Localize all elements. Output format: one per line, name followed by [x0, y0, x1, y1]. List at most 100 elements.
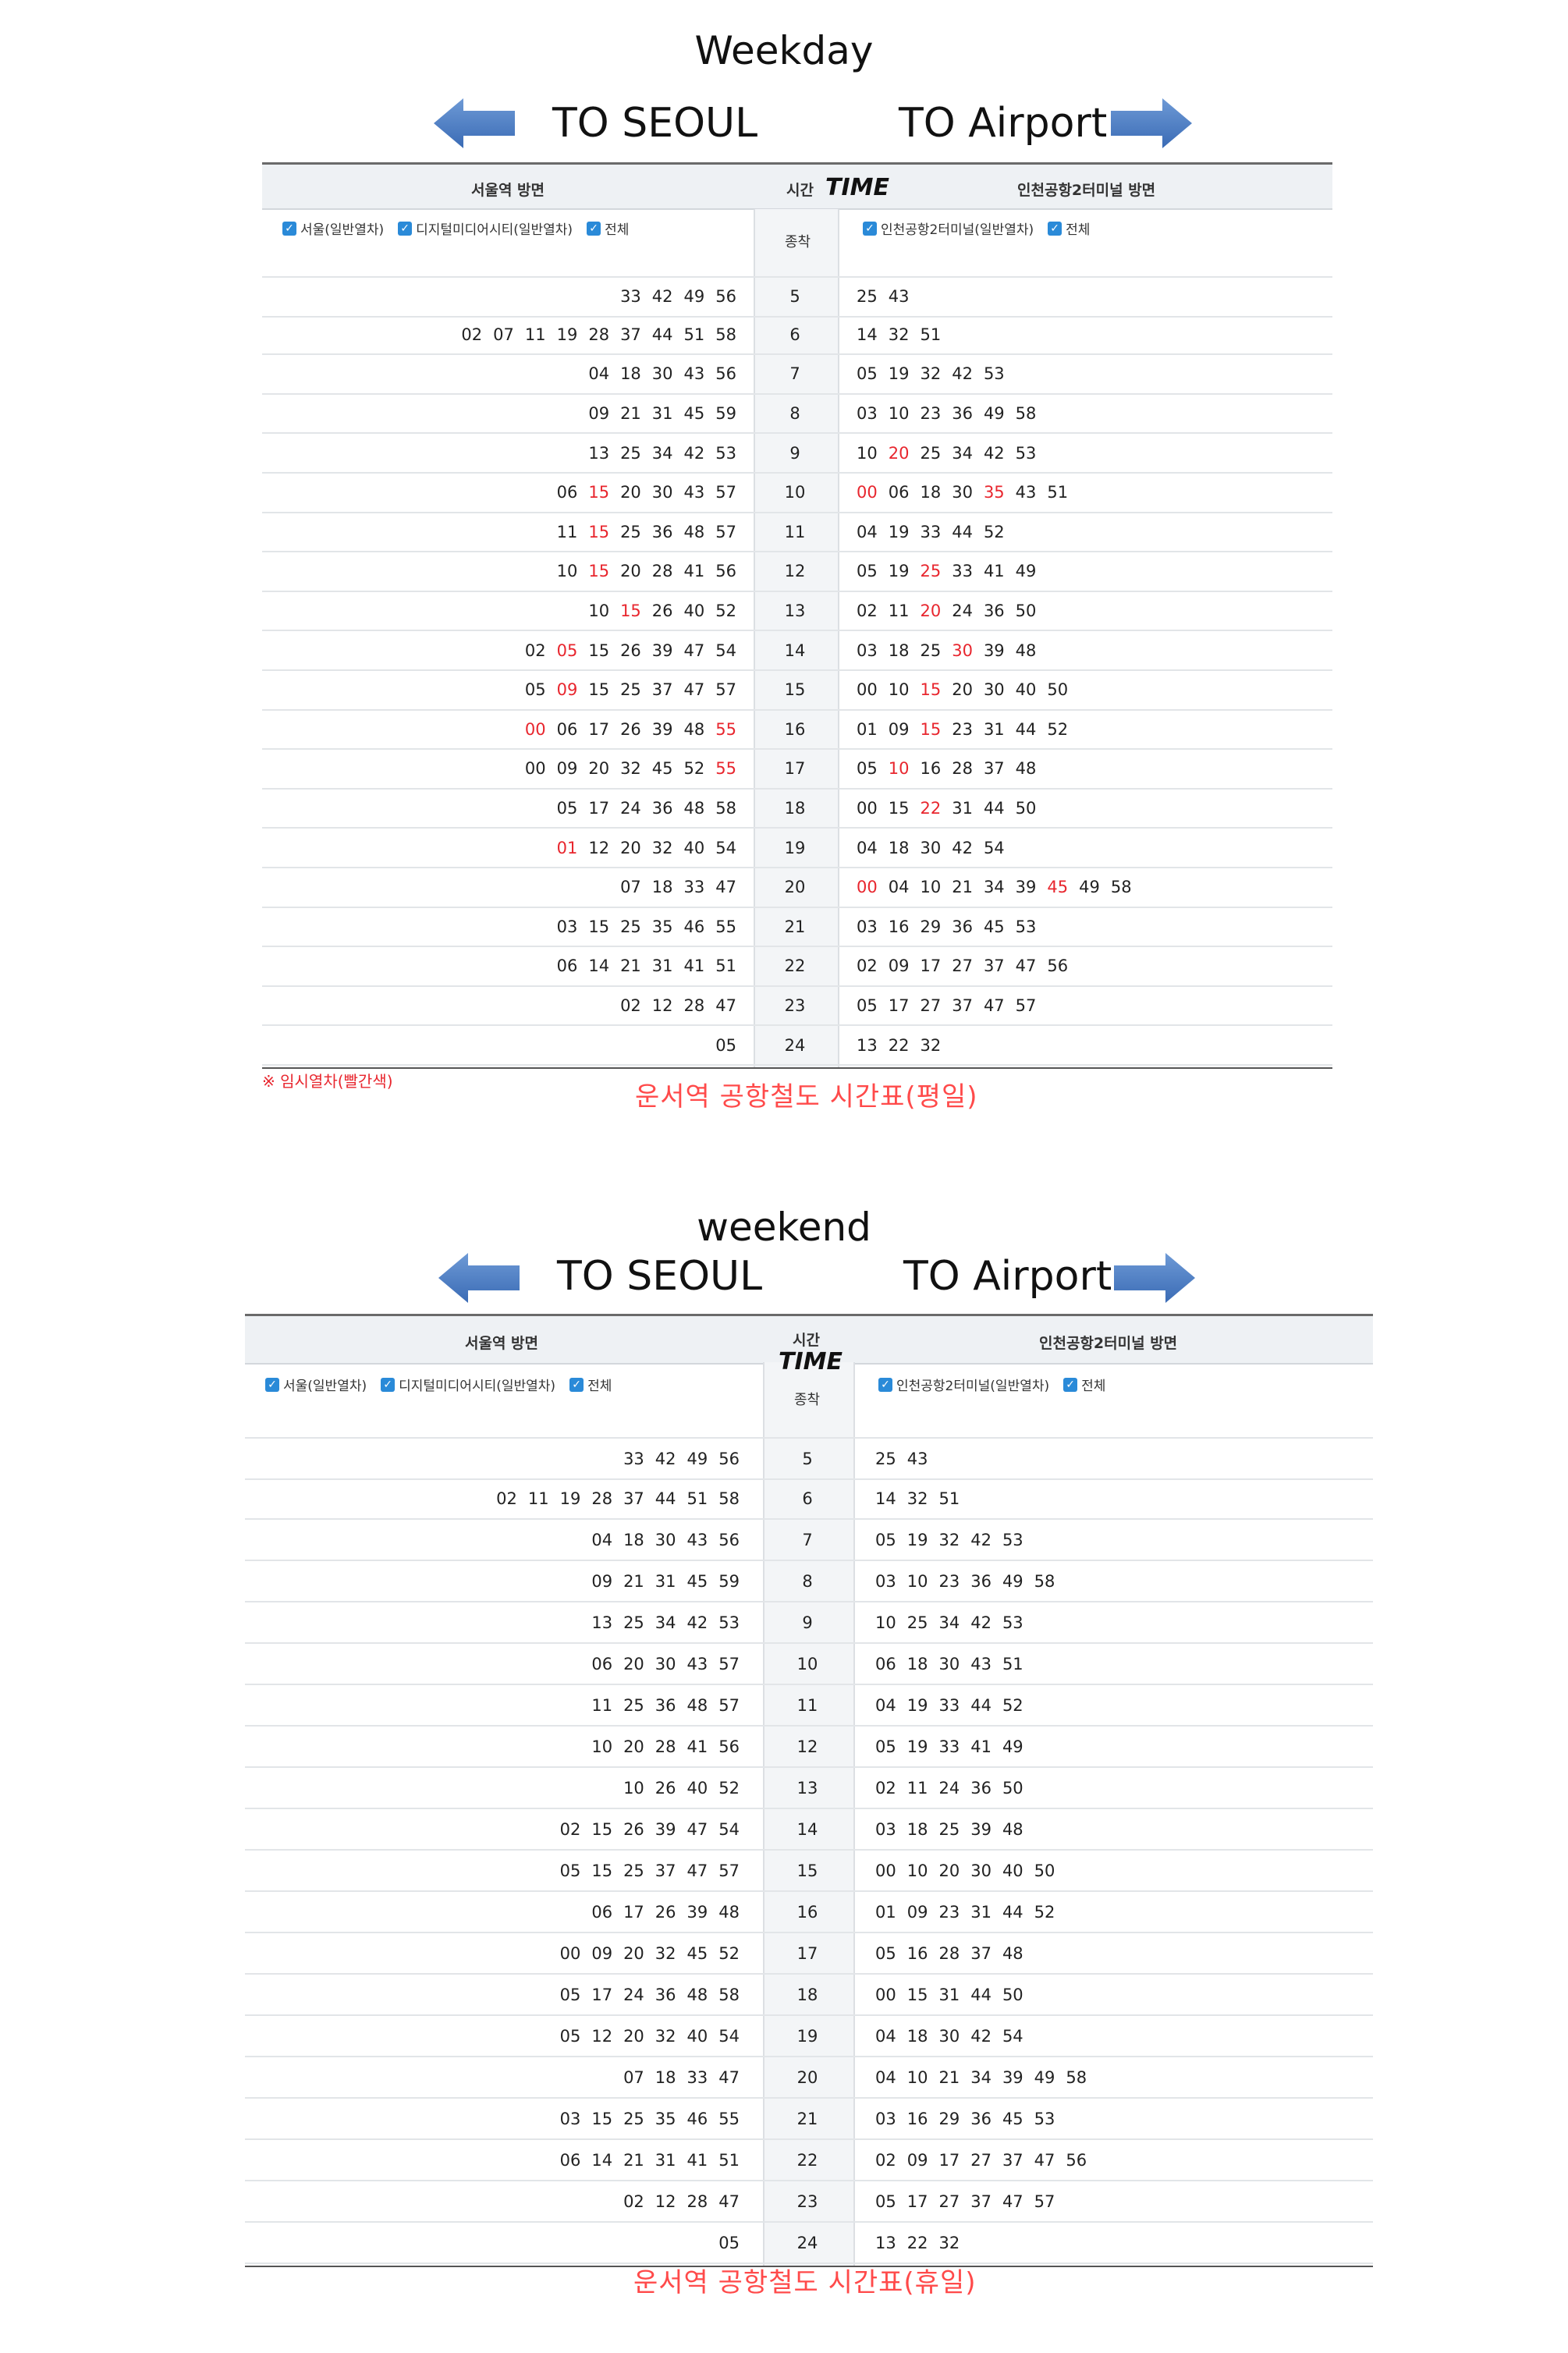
departure-minute: 32 [920, 1035, 942, 1055]
departure-minute: 23 [952, 719, 973, 739]
departure-minute: 21 [623, 1571, 644, 1591]
filter-all-checkbox[interactable]: ✓ 전체 [1063, 1375, 1105, 1394]
departure-minute: 47 [683, 641, 705, 660]
departure-minute: 06 [591, 1902, 613, 1922]
table-row: 13 25 34 42 53 9 10 20 25 34 42 53 [262, 434, 1332, 474]
hour-cell: 24 [796, 2233, 818, 2252]
table-row: 05 15 25 37 47 57 15 00 10 20 30 40 50 [245, 1851, 1373, 1892]
departure-minute: 58 [718, 1985, 740, 2004]
checkbox-checked-icon: ✓ [878, 1377, 892, 1392]
filter-all-checkbox[interactable]: ✓ 전체 [569, 1375, 612, 1394]
departure-minute: 33 [623, 1449, 644, 1468]
departure-minute: 51 [1002, 1654, 1023, 1673]
airport-departures: 00 15 22 31 44 50 [857, 790, 1332, 828]
departure-minute: 20 [620, 838, 641, 857]
airport-departures: 04 19 33 44 52 [875, 1685, 1373, 1725]
departure-minute: 21 [938, 2067, 960, 2087]
table-row: 03 15 25 35 46 55 21 03 16 29 36 45 53 [245, 2099, 1373, 2140]
departure-minute: 10 [888, 404, 910, 424]
departure-minute: 51 [715, 956, 736, 976]
departure-minute: 19 [888, 562, 910, 581]
departure-minute: 30 [952, 641, 973, 660]
departure-minute: 32 [620, 759, 641, 779]
table-row: 05 17 24 36 48 58 18 00 15 22 31 44 50 [262, 790, 1332, 829]
airport-departures: 03 18 25 30 39 48 [857, 631, 1332, 669]
hour-cell: 19 [784, 838, 806, 857]
hour-cell: 18 [796, 1985, 818, 2004]
departure-minute: 47 [1034, 2150, 1055, 2170]
departure-minute: 17 [623, 1902, 644, 1922]
departure-minute: 54 [715, 838, 736, 857]
departure-minute: 26 [620, 719, 641, 739]
seoul-departures: 06 20 30 43 57 [245, 1644, 740, 1684]
seoul-departures: 10 20 28 41 56 [245, 1727, 740, 1766]
departure-minute: 56 [1047, 956, 1069, 976]
seoul-departures: 02 11 19 28 37 44 51 58 [245, 1478, 740, 1518]
departure-minute: 37 [952, 996, 973, 1016]
departure-minute: 54 [718, 2026, 740, 2046]
departure-minute: 26 [651, 602, 673, 621]
departure-minute: 24 [623, 1985, 644, 2004]
departure-minute: 30 [938, 2026, 960, 2046]
seoul-departures: 09 21 31 45 59 [262, 395, 736, 433]
departure-minute: 06 [556, 956, 578, 976]
departure-minute: 06 [556, 719, 578, 739]
airport-departures: 03 16 29 36 45 53 [875, 2099, 1373, 2138]
departure-minute: 43 [888, 287, 910, 307]
seoul-departures: 03 15 25 35 46 55 [262, 908, 736, 946]
departure-minute: 20 [620, 483, 641, 502]
table-row: 02 05 15 26 39 47 54 14 03 18 25 30 39 48 [262, 631, 1332, 671]
departure-minute: 56 [718, 1449, 740, 1468]
departure-minute: 41 [983, 562, 1005, 581]
departure-minute: 12 [588, 838, 610, 857]
departure-minute: 39 [970, 1819, 992, 1839]
seoul-departures: 04 18 30 43 56 [262, 355, 736, 393]
departure-minute: 50 [1047, 680, 1069, 700]
departure-minute: 45 [683, 404, 705, 424]
filter-t2-checkbox[interactable]: ✓ 인천공항2터미널(일반열차) [878, 1375, 1049, 1394]
filter-seoul-checkbox[interactable]: ✓ 서울(일반열차) [265, 1375, 367, 1394]
departure-minute: 44 [952, 522, 973, 541]
departure-minute: 09 [906, 2150, 928, 2170]
departure-minute: 58 [1110, 878, 1132, 897]
departure-minute: 43 [906, 1449, 928, 1468]
departure-minute: 55 [715, 719, 736, 739]
table-row: 05 12 20 32 40 54 19 04 18 30 42 54 [245, 2016, 1373, 2057]
table-row: 02 11 19 28 37 44 51 58 6 14 32 51 [245, 1478, 1373, 1520]
departure-minute: 20 [588, 759, 610, 779]
seoul-departures: 00 09 20 32 45 52 55 [262, 750, 736, 788]
departure-minute: 39 [651, 719, 673, 739]
departure-minute: 52 [1002, 1695, 1023, 1715]
departure-minute: 53 [983, 364, 1005, 384]
departure-minute: 43 [683, 364, 705, 384]
checkbox-checked-icon: ✓ [265, 1377, 279, 1392]
departure-minute: 34 [983, 878, 1005, 897]
departure-minute: 03 [559, 2109, 581, 2128]
departure-minute: 09 [591, 1943, 613, 1963]
departure-minute: 18 [906, 1654, 928, 1673]
departure-minute: 49 [686, 1449, 708, 1468]
departure-minute: 12 [651, 996, 673, 1016]
table-row: 01 12 20 32 40 54 19 04 18 30 42 54 [262, 829, 1332, 868]
departure-minute: 19 [906, 1695, 928, 1715]
seoul-departures: 02 12 28 47 [245, 2181, 740, 2221]
departure-minute: 11 [524, 325, 546, 344]
departure-minute: 57 [715, 522, 736, 541]
table-row: 33 42 49 56 5 25 43 [262, 276, 1332, 318]
departure-minute: 04 [588, 364, 610, 384]
departure-minute: 10 [857, 443, 878, 463]
seoul-departures: 05 15 25 37 47 57 [245, 1851, 740, 1890]
departure-minute: 27 [970, 2150, 992, 2170]
seoul-departures: 11 25 36 48 57 [245, 1685, 740, 1725]
departure-minute: 18 [651, 878, 673, 897]
seoul-departures: 13 25 34 42 53 [245, 1602, 740, 1642]
table-row: 10 15 26 40 52 13 02 11 20 24 36 50 [262, 592, 1332, 632]
filter-dmc-checkbox[interactable]: ✓ 디지털미디어시티(일반열차) [381, 1375, 555, 1394]
seoul-departures: 06 14 21 31 41 51 [262, 947, 736, 985]
seoul-departures: 10 26 40 52 [245, 1768, 740, 1808]
departure-minute: 39 [1015, 878, 1037, 897]
departure-minute: 36 [655, 1985, 676, 2004]
departure-minute: 53 [715, 443, 736, 463]
departure-minute: 53 [1034, 2109, 1055, 2128]
departure-minute: 26 [655, 1778, 676, 1798]
